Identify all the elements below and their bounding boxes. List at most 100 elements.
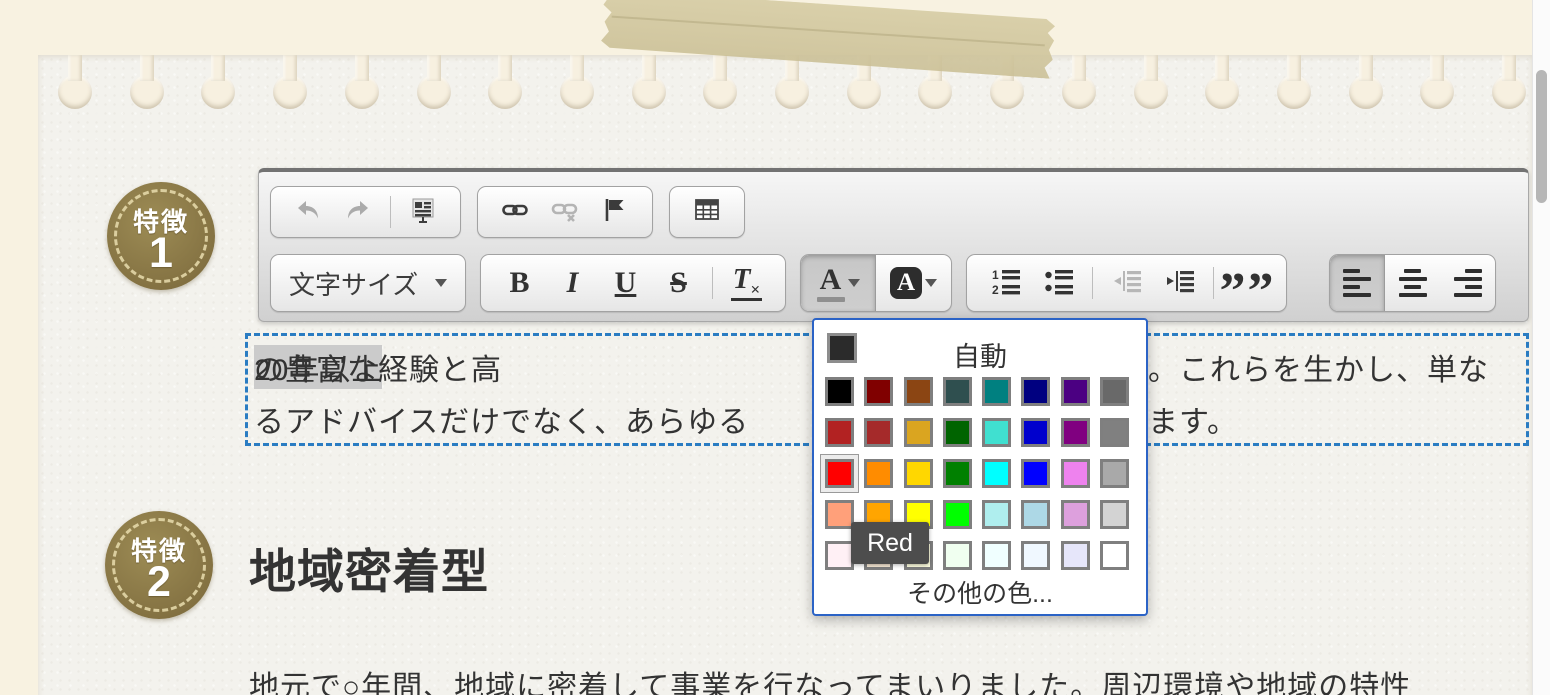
color-swatch[interactable] — [1100, 500, 1129, 529]
table-button[interactable] — [682, 187, 732, 237]
toolbar-row-2: 文字サイズ B I U S T× A A — [270, 254, 1496, 312]
scrollbar-track[interactable] — [1532, 0, 1550, 695]
scrollbar-thumb[interactable] — [1536, 70, 1547, 203]
anchor-button[interactable] — [590, 187, 640, 237]
color-swatch[interactable] — [943, 377, 972, 406]
undo-button[interactable] — [283, 187, 333, 237]
strikethrough-button[interactable]: S — [652, 255, 705, 311]
color-swatch[interactable] — [825, 541, 854, 570]
binding-hole — [201, 75, 235, 109]
background-color-button[interactable]: A — [876, 255, 951, 311]
color-swatch[interactable] — [1021, 459, 1050, 488]
color-swatch[interactable] — [982, 459, 1011, 488]
binding-hole — [1205, 75, 1239, 109]
link-button[interactable] — [490, 187, 540, 237]
binding-hole — [918, 75, 952, 109]
color-swatch[interactable] — [982, 500, 1011, 529]
feature-badge-1-number: 1 — [107, 229, 215, 278]
remove-format-button[interactable]: T× — [720, 255, 773, 311]
text-color-button[interactable]: A — [801, 255, 876, 311]
color-swatch[interactable] — [1100, 377, 1129, 406]
binding-hole — [632, 75, 666, 109]
color-swatch[interactable] — [1061, 541, 1090, 570]
color-swatch[interactable] — [904, 459, 933, 488]
numbered-list-icon: 12 — [991, 267, 1021, 300]
italic-icon: I — [567, 268, 579, 298]
binding-hole — [560, 75, 594, 109]
color-swatch[interactable] — [1100, 459, 1129, 488]
color-swatch[interactable] — [825, 418, 854, 447]
redo-button[interactable] — [333, 187, 383, 237]
color-swatch[interactable] — [1061, 459, 1090, 488]
align-center-button[interactable] — [1385, 255, 1440, 311]
color-swatch[interactable] — [943, 418, 972, 447]
table-group — [669, 186, 745, 238]
editor-line1-right: 。これらを生かし、単な — [1148, 345, 1489, 389]
automatic-color-option[interactable]: 自動 — [820, 328, 1140, 370]
color-swatch[interactable] — [1061, 500, 1090, 529]
color-swatch[interactable] — [1021, 500, 1050, 529]
underline-button[interactable]: U — [599, 255, 652, 311]
strikethrough-icon: S — [670, 268, 687, 298]
table-icon — [693, 196, 721, 229]
bulleted-list-button[interactable] — [1032, 255, 1085, 311]
paste-document-icon — [409, 196, 437, 229]
align-left-button[interactable] — [1330, 255, 1385, 311]
color-swatch[interactable] — [1061, 377, 1090, 406]
color-swatch[interactable] — [864, 459, 893, 488]
color-swatch[interactable] — [1061, 418, 1090, 447]
blockquote-button[interactable]: ”” — [1221, 255, 1274, 311]
undo-icon — [294, 196, 322, 229]
divider — [712, 267, 713, 299]
unlink-button[interactable] — [540, 187, 590, 237]
binding-hole — [775, 75, 809, 109]
indent-button[interactable] — [1153, 255, 1206, 311]
color-swatch[interactable] — [904, 418, 933, 447]
binding-hole — [1062, 75, 1096, 109]
color-swatch[interactable] — [982, 541, 1011, 570]
color-buttons-group: A A — [800, 254, 952, 312]
color-swatch[interactable] — [982, 418, 1011, 447]
more-colors-link[interactable]: その他の色... — [814, 574, 1146, 610]
numbered-list-button[interactable]: 12 — [979, 255, 1032, 311]
flag-icon — [601, 196, 629, 229]
color-swatch[interactable] — [825, 500, 854, 529]
bulleted-list-icon — [1044, 267, 1074, 300]
color-swatch[interactable] — [864, 418, 893, 447]
binding-hole — [1492, 75, 1526, 109]
binding-hole — [847, 75, 881, 109]
color-swatch[interactable] — [1021, 541, 1050, 570]
color-swatch[interactable] — [943, 541, 972, 570]
color-swatch[interactable] — [1021, 418, 1050, 447]
align-center-icon — [1399, 269, 1427, 297]
color-swatch[interactable] — [1100, 541, 1129, 570]
color-name-tooltip: Red — [851, 522, 929, 564]
outdent-button[interactable] — [1100, 255, 1153, 311]
chevron-down-icon — [435, 279, 447, 287]
bold-icon: B — [509, 268, 529, 298]
color-swatch[interactable] — [943, 459, 972, 488]
svg-text:1: 1 — [992, 268, 999, 282]
color-swatch[interactable] — [943, 500, 972, 529]
color-swatch[interactable] — [1100, 418, 1129, 447]
color-swatch[interactable] — [1021, 377, 1050, 406]
text-color-panel: 自動 Red その他の色... — [812, 318, 1148, 616]
bold-button[interactable]: B — [493, 255, 546, 311]
color-swatch[interactable] — [825, 459, 854, 488]
font-size-label: 文字サイズ — [289, 265, 418, 302]
align-left-icon — [1343, 269, 1371, 297]
link-group — [477, 186, 653, 238]
italic-button[interactable]: I — [546, 255, 599, 311]
color-swatch[interactable] — [904, 377, 933, 406]
color-swatch[interactable] — [982, 377, 1011, 406]
align-right-button[interactable] — [1440, 255, 1495, 311]
binding-hole — [130, 75, 164, 109]
section-heading: 地域密着型 — [249, 533, 489, 602]
binding-hole — [1349, 75, 1383, 109]
color-swatch[interactable] — [825, 377, 854, 406]
page: 特徴 1 特徴 2 当社には20年以上の豊富な経験と高 。これらを生かし、単な … — [0, 0, 1550, 695]
divider — [1092, 267, 1093, 299]
color-swatch[interactable] — [864, 377, 893, 406]
paste-document-button[interactable] — [398, 187, 448, 237]
font-size-dropdown[interactable]: 文字サイズ — [270, 254, 466, 312]
